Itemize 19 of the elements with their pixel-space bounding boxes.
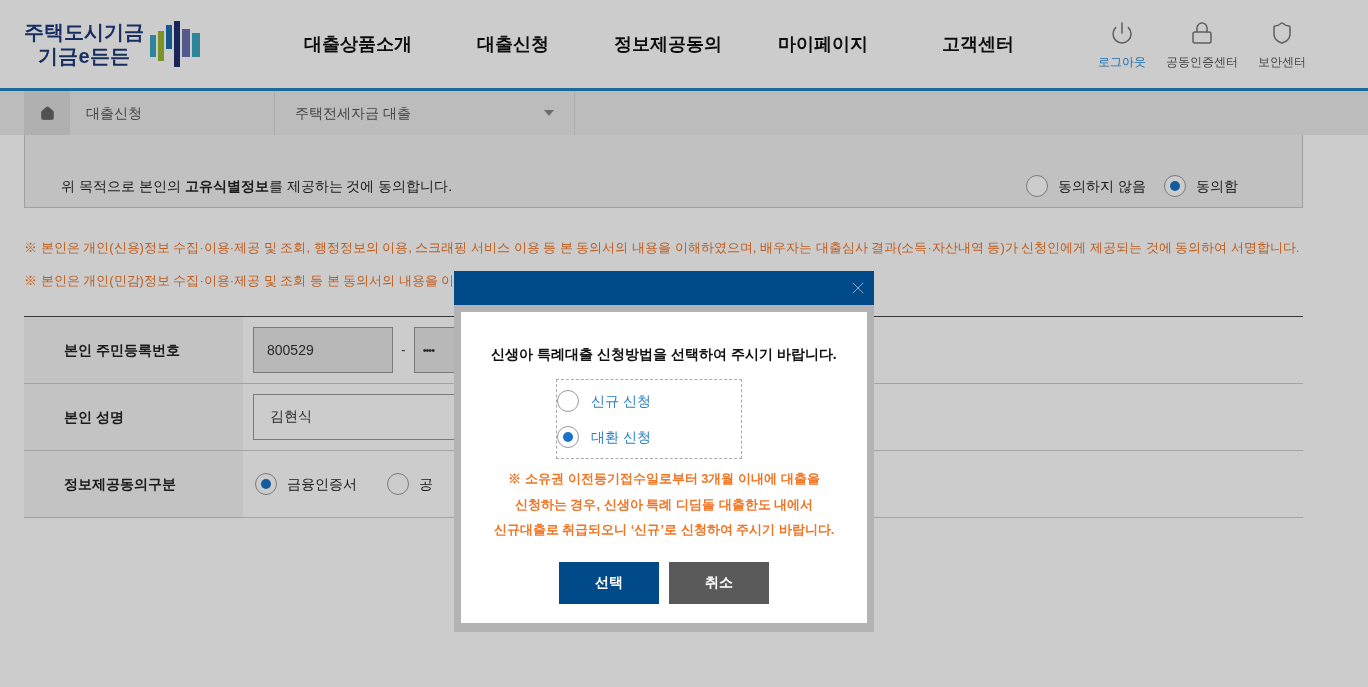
notice-text: ※ 본인은 개인(신용)정보 수집·이용·제공 및 조회, 행정정보의 이용, 스크래핑 서비스 이용 등 본 동의서의 내용을 이해하였으며, 배우자는 대출심사 결과(소득·자산내역 등)가 신청인에게 제공되는 것에 동의하여 서명합니다.: [24, 239, 1300, 257]
field-label: 본인 주민등록번호: [64, 340, 180, 360]
dialog-message: 신생아 특례대출 신청방법을 선택하여 주시기 바랍니다.: [491, 345, 837, 364]
logo-text: 주택도시기금: [24, 20, 144, 44]
radio-label: 동의하지 않음: [1058, 176, 1146, 196]
radio-label: 신규 신청: [591, 391, 651, 411]
notice-text: ※ 본인은 개인(민감)정보 수집·이용·제공 및 조회 등 본 동의서의 내용을 이: [24, 271, 455, 290]
notice-text: 신청하는 경우, 신생아 특례 디딤돌 대출한도 내에서: [514, 495, 814, 514]
radio-label: 공: [419, 474, 433, 494]
radio-label: 동의함: [1196, 176, 1238, 196]
separator-text: -: [401, 340, 406, 360]
consent-text: 위 목적으로 본인의 고유식별정보를 제공하는 것에 동의합니다.: [61, 176, 453, 196]
field-label: 정보제공동의구분: [64, 474, 176, 494]
logo-text: 기금e든든: [38, 44, 130, 68]
notice-text: 신규대출로 취급되오니 ‘신규’로 신청하여 주시기 바랍니다.: [493, 521, 835, 539]
radio-label: 대환 신청: [591, 427, 651, 447]
notice-text: ※ 소유권 이전등기접수일로부터 3개월 이내에 대출을: [508, 470, 820, 488]
field-label: 본인 성명: [64, 407, 124, 427]
radio-label: 금융인증서: [287, 474, 357, 494]
